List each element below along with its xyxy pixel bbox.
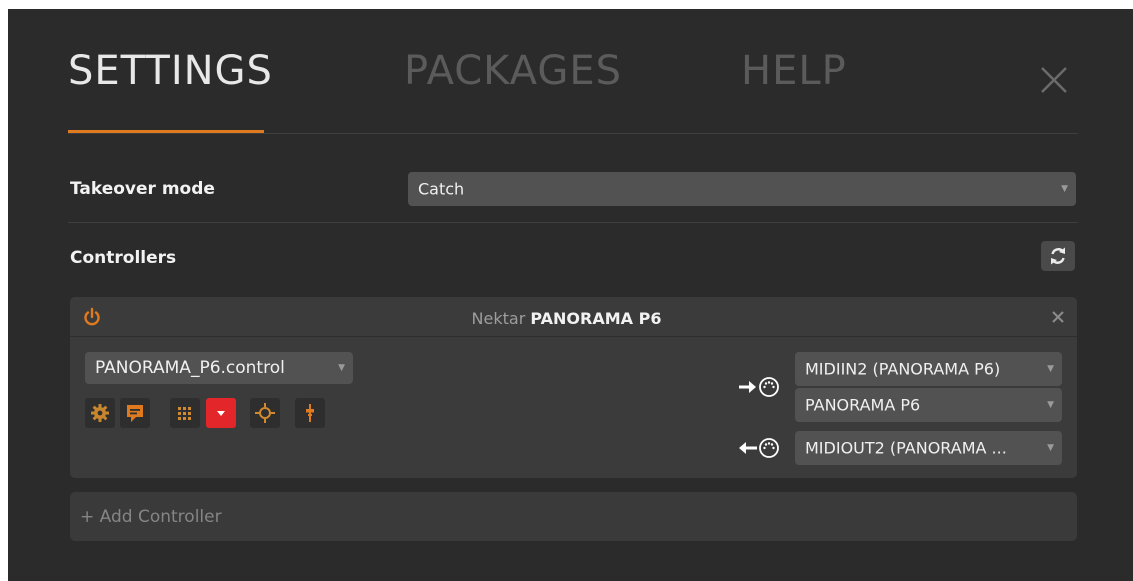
controller-model: PANORAMA P6 [530,309,662,328]
chevron-down-icon: ▼ [1047,400,1054,410]
grid-icon [178,407,191,420]
controller-vendor: Nektar [471,309,526,328]
controller-script-select[interactable]: PANORAMA_P6.control ▼ [85,352,353,384]
controller-script-value: PANORAMA_P6.control [95,358,285,378]
midi-port-icon [759,377,779,397]
tabs-divider [68,133,1078,134]
comment-icon [127,405,143,422]
midi-in-port-2-value: PANORAMA P6 [805,395,921,415]
takeover-mode-label: Takeover mode [70,179,215,199]
dropdown-icon [217,411,225,416]
midi-in-indicator [737,375,781,399]
plus-icon: + [80,506,95,527]
gear-icon [91,404,109,422]
controllers-label: Controllers [70,248,177,268]
pad-grid-button[interactable] [170,398,200,428]
section-divider [68,222,1078,223]
tab-packages[interactable]: PACKAGES [404,48,622,94]
controller-console-button[interactable] [120,398,150,428]
refresh-icon [1051,247,1065,265]
add-controller-text: Add Controller [99,506,222,527]
chevron-down-icon: ▼ [1061,184,1068,194]
takeover-mode-select[interactable]: Catch ▼ [408,172,1076,206]
arrow-left-icon [739,442,757,454]
controller-settings-button[interactable] [85,398,115,428]
refresh-controllers-button[interactable] [1041,241,1075,271]
arrow-right-icon [739,381,756,393]
fader-icon [306,404,314,422]
crosshair-icon [255,403,275,423]
chevron-down-icon: ▼ [1047,443,1054,453]
midi-out-port-select[interactable]: MIDIOUT2 (PANORAMA ... ▼ [795,431,1062,465]
remove-controller-icon[interactable] [1050,309,1066,325]
midi-out-port-value: MIDIOUT2 (PANORAMA ... [805,438,1007,458]
close-icon[interactable] [1036,62,1072,98]
takeover-mode-value: Catch [418,179,465,199]
grid-dropdown-button[interactable] [206,398,236,428]
tab-help[interactable]: HELP [741,48,847,94]
midi-in-port-select[interactable]: MIDIIN2 (PANORAMA P6) ▼ [795,352,1062,386]
controller-card-header-divider [70,336,1077,337]
midi-port-icon [759,438,779,458]
midi-in-port-value: MIDIIN2 (PANORAMA P6) [805,359,1001,379]
chevron-down-icon: ▼ [338,363,345,373]
fader-button[interactable] [295,398,325,428]
add-controller-label: + Add Controller [80,507,222,527]
controller-name: Nektar PANORAMA P6 [0,309,1133,328]
add-controller-button[interactable]: + Add Controller [70,492,1077,541]
midi-out-indicator [737,436,781,460]
crosshair-button[interactable] [250,398,280,428]
tab-settings[interactable]: SETTINGS [68,48,273,94]
chevron-down-icon: ▼ [1047,364,1054,374]
midi-in-port-2-select[interactable]: PANORAMA P6 ▼ [795,388,1062,422]
